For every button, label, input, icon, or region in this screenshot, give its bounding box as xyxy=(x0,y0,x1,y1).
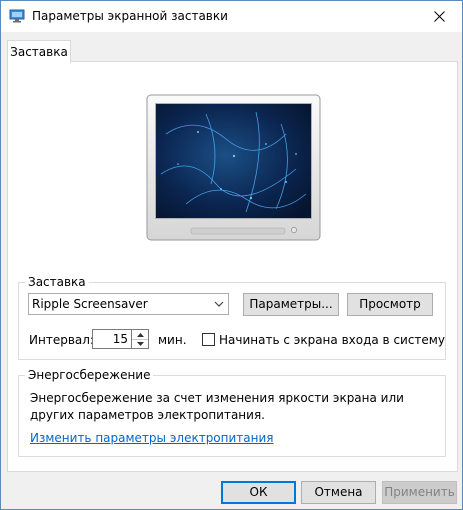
energy-group-title: Энергосбережение xyxy=(25,367,154,383)
tab-label: Заставка xyxy=(10,45,68,59)
chevron-down-icon xyxy=(214,301,224,307)
screensaver-select-value: Ripple Screensaver xyxy=(32,297,148,311)
cancel-button[interactable]: Отмена xyxy=(301,481,376,504)
title-bar[interactable]: Параметры экранной заставки xyxy=(1,1,462,32)
logon-checkbox[interactable] xyxy=(202,333,215,346)
logon-checkbox-label[interactable]: Начинать с экрана входа в систему xyxy=(219,332,445,348)
tab-screensaver[interactable]: Заставка xyxy=(7,40,71,63)
ok-button[interactable]: ОК xyxy=(221,481,296,504)
interval-label: Интервал: xyxy=(29,333,94,347)
close-button[interactable] xyxy=(416,1,462,32)
interval-input[interactable]: 15 xyxy=(92,329,132,349)
screensaver-select[interactable]: Ripple Screensaver xyxy=(28,293,229,315)
display-settings-icon xyxy=(9,9,25,23)
power-settings-link[interactable]: Изменить параметры электропитания xyxy=(30,430,274,446)
screensaver-preview-monitor xyxy=(146,94,321,241)
settings-button[interactable]: Параметры... xyxy=(243,293,339,316)
arrow-down-icon xyxy=(136,341,144,346)
preview-button[interactable]: Просмотр xyxy=(347,293,433,316)
interval-value: 15 xyxy=(112,332,128,346)
screensaver-group-title: Заставка xyxy=(25,274,89,290)
spin-down-button[interactable] xyxy=(132,339,148,348)
screensaver-settings-window: Параметры экранной заставки Заставка Зас… xyxy=(0,0,463,510)
window-title: Параметры экранной заставки xyxy=(32,9,228,23)
energy-description: Энергосбережение за счет изменения яркос… xyxy=(30,391,404,422)
apply-button[interactable]: Применить xyxy=(382,481,457,504)
interval-unit: мин. xyxy=(158,333,187,347)
arrow-up-icon xyxy=(136,332,144,337)
close-icon xyxy=(433,11,445,22)
interval-spinner[interactable] xyxy=(132,329,149,349)
